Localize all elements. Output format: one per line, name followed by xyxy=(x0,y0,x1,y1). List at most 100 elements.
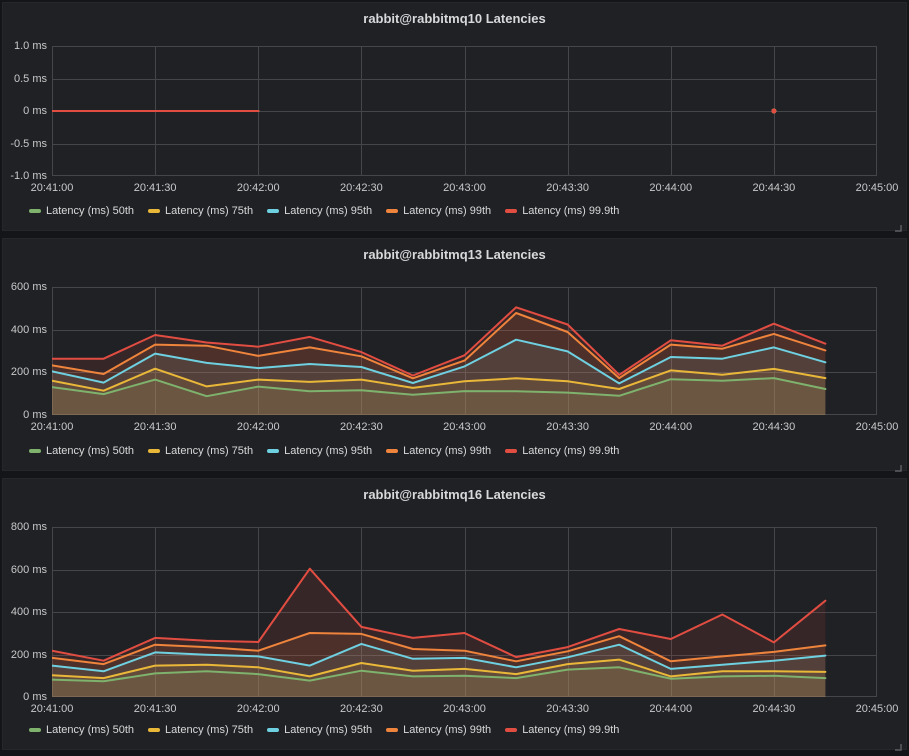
legend-item[interactable]: Latency (ms) 75th xyxy=(148,723,253,737)
legend-series-color-icon xyxy=(148,728,160,732)
legend-series-color-icon xyxy=(267,728,279,732)
legend-label: Latency (ms) 50th xyxy=(46,723,134,737)
panel-title[interactable]: rabbit@rabbitmq13 Latencies xyxy=(3,247,906,262)
y-tick-label: 200 ms xyxy=(5,648,47,662)
x-tick-label: 20:42:00 xyxy=(228,181,288,195)
legend-label: Latency (ms) 99.9th xyxy=(522,444,619,458)
plot-area[interactable] xyxy=(52,287,877,415)
legend-item[interactable]: Latency (ms) 95th xyxy=(267,723,372,737)
x-tick-label: 20:44:30 xyxy=(744,181,804,195)
x-tick-label: 20:45:00 xyxy=(847,702,907,716)
legend-label: Latency (ms) 50th xyxy=(46,444,134,458)
panel-rabbitmq10-latencies: rabbit@rabbitmq10 Latencies 20:41:00 20:4… xyxy=(2,2,907,231)
x-tick-label: 20:42:30 xyxy=(331,420,391,434)
legend-label: Latency (ms) 50th xyxy=(46,204,134,218)
legend: Latency (ms) 50th Latency (ms) 75th Latenc… xyxy=(29,204,619,218)
x-tick-label: 20:42:30 xyxy=(331,702,391,716)
x-tick-label: 20:44:00 xyxy=(641,181,701,195)
y-tick-label: 200 ms xyxy=(5,365,47,379)
legend-item[interactable]: Latency (ms) 99th xyxy=(386,723,491,737)
x-tick-label: 20:43:00 xyxy=(435,702,495,716)
y-tick-label: 1.0 ms xyxy=(5,39,47,53)
x-tick-label: 20:41:00 xyxy=(22,181,82,195)
legend-series-color-icon xyxy=(29,449,41,453)
x-tick-label: 20:41:30 xyxy=(125,181,185,195)
legend-item[interactable]: Latency (ms) 50th xyxy=(29,204,134,218)
legend-item[interactable]: Latency (ms) 50th xyxy=(29,444,134,458)
y-tick-label: -1.0 ms xyxy=(5,169,47,183)
x-tick-label: 20:45:00 xyxy=(847,420,907,434)
series-fill xyxy=(52,307,825,415)
legend-item[interactable]: Latency (ms) 50th xyxy=(29,723,134,737)
series-point xyxy=(772,109,777,114)
x-tick-label: 20:44:00 xyxy=(641,702,701,716)
panel-rabbitmq16-latencies: rabbit@rabbitmq16 Latencies 20:41:00 20:4… xyxy=(2,478,907,750)
legend-item[interactable]: Latency (ms) 95th xyxy=(267,444,372,458)
panel-resize-handle[interactable] xyxy=(894,219,902,227)
legend-label: Latency (ms) 99th xyxy=(403,723,491,737)
panel-resize-handle[interactable] xyxy=(894,459,902,467)
legend-item[interactable]: Latency (ms) 95th xyxy=(267,204,372,218)
resize-grip-icon xyxy=(894,224,902,232)
legend-series-color-icon xyxy=(386,728,398,732)
panel-resize-handle[interactable] xyxy=(894,738,902,746)
legend-series-color-icon xyxy=(386,449,398,453)
legend-series-color-icon xyxy=(29,728,41,732)
legend-label: Latency (ms) 99.9th xyxy=(522,723,619,737)
legend-label: Latency (ms) 75th xyxy=(165,204,253,218)
chart-canvas xyxy=(52,287,877,415)
legend-item[interactable]: Latency (ms) 75th xyxy=(148,444,253,458)
x-tick-label: 20:44:30 xyxy=(744,420,804,434)
x-tick-label: 20:41:00 xyxy=(22,702,82,716)
y-tick-label: 400 ms xyxy=(5,605,47,619)
legend-series-color-icon xyxy=(148,449,160,453)
plot-area[interactable] xyxy=(52,527,877,697)
grafana-dashboard: { "colors": { "page_bg": "#141518", "pan… xyxy=(0,0,909,753)
x-tick-label: 20:45:00 xyxy=(847,181,907,195)
legend-series-color-icon xyxy=(267,449,279,453)
x-tick-label: 20:42:00 xyxy=(228,420,288,434)
panel-rabbitmq13-latencies: rabbit@rabbitmq13 Latencies 20:41:0020:4… xyxy=(2,238,907,471)
x-tick-label: 20:42:00 xyxy=(228,702,288,716)
plot-area[interactable] xyxy=(52,46,877,176)
x-tick-label: 20:43:00 xyxy=(435,420,495,434)
x-tick-label: 20:41:30 xyxy=(125,702,185,716)
x-tick-label: 20:43:00 xyxy=(435,181,495,195)
legend-label: Latency (ms) 99th xyxy=(403,204,491,218)
legend-series-color-icon xyxy=(505,449,517,453)
legend-item[interactable]: Latency (ms) 99th xyxy=(386,444,491,458)
chart-canvas xyxy=(52,527,877,697)
legend-label: Latency (ms) 99.9th xyxy=(522,204,619,218)
legend-item[interactable]: Latency (ms) 99.9th xyxy=(505,444,619,458)
legend-series-color-icon xyxy=(148,209,160,213)
x-tick-label: 20:42:30 xyxy=(331,181,391,195)
panel-title[interactable]: rabbit@rabbitmq16 Latencies xyxy=(3,487,906,502)
x-tick-label: 20:44:00 xyxy=(641,420,701,434)
legend-series-color-icon xyxy=(505,728,517,732)
y-tick-label: 0.5 ms xyxy=(5,72,47,86)
resize-grip-icon xyxy=(894,743,902,751)
y-tick-label: 0 ms xyxy=(5,104,47,118)
x-tick-label: 20:43:30 xyxy=(538,181,598,195)
legend-series-color-icon xyxy=(386,209,398,213)
legend-item[interactable]: Latency (ms) 99th xyxy=(386,204,491,218)
panel-title[interactable]: rabbit@rabbitmq10 Latencies xyxy=(3,11,906,26)
x-tick-label: 20:44:30 xyxy=(744,702,804,716)
x-tick-label: 20:41:30 xyxy=(125,420,185,434)
legend-label: Latency (ms) 99th xyxy=(403,444,491,458)
chart-canvas xyxy=(52,46,877,176)
legend: Latency (ms) 50th Latency (ms) 75th Latenc… xyxy=(29,444,619,458)
y-tick-label: -0.5 ms xyxy=(5,137,47,151)
legend-item[interactable]: Latency (ms) 99.9th xyxy=(505,204,619,218)
legend-item[interactable]: Latency (ms) 99.9th xyxy=(505,723,619,737)
legend-item[interactable]: Latency (ms) 75th xyxy=(148,204,253,218)
y-tick-label: 0 ms xyxy=(5,690,47,704)
y-tick-label: 400 ms xyxy=(5,323,47,337)
resize-grip-icon xyxy=(894,464,902,472)
y-tick-label: 800 ms xyxy=(5,520,47,534)
legend-label: Latency (ms) 75th xyxy=(165,723,253,737)
y-tick-label: 0 ms xyxy=(5,408,47,422)
legend-label: Latency (ms) 75th xyxy=(165,444,253,458)
legend-series-color-icon xyxy=(29,209,41,213)
legend-label: Latency (ms) 95th xyxy=(284,723,372,737)
